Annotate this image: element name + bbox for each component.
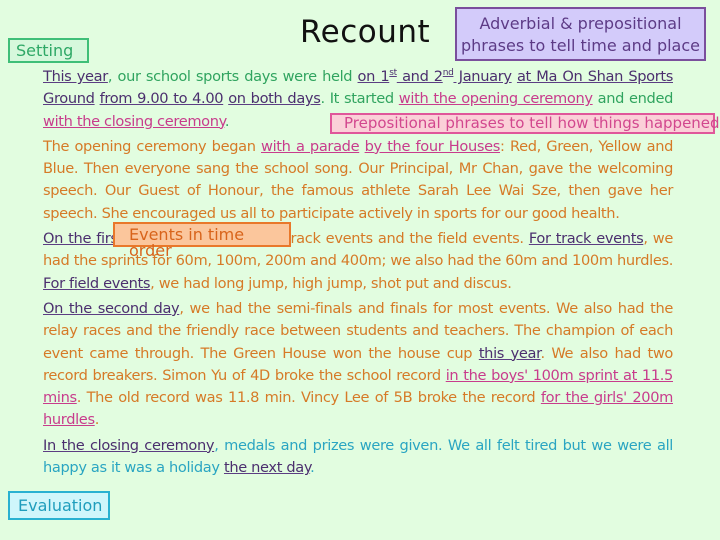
- how-phrase: with a parade: [261, 137, 360, 155]
- events-in-time-order-label: Events in time order: [113, 222, 291, 259]
- how-phrase: with the opening ceremony: [398, 90, 593, 108]
- text-segment: , our school sports days were held: [107, 68, 358, 85]
- time-place-phrase: on both days: [228, 90, 321, 108]
- time-place-phrase: In the closing ceremony: [43, 436, 215, 454]
- text-segment: .: [94, 411, 100, 429]
- adverbial-label-line-2: phrases to tell time and place: [461, 36, 700, 55]
- adverbial-phrases-label: Adverbial & prepositional phrases to tel…: [455, 7, 706, 61]
- how-phrase: by the four Houses: [364, 137, 501, 155]
- text-segment: .: [310, 459, 315, 477]
- time-place-phrase: on 1: [357, 68, 390, 85]
- time-place-phrase: On the second day: [43, 299, 180, 317]
- time-place-phrase: and 2: [396, 68, 443, 85]
- text-segment: .: [224, 112, 230, 130]
- time-place-phrase: the next day: [223, 459, 311, 477]
- text-segment: , we had long jump, high jump, shot put …: [150, 274, 512, 292]
- second-day-paragraph: On the second day, we had the semi-final…: [43, 298, 673, 432]
- setting-label: Setting: [8, 38, 89, 63]
- prepositional-how-label: Prepositional phrases to tell how things…: [330, 113, 720, 134]
- text-segment: . It started: [320, 90, 399, 108]
- closing-paragraph: In the closing ceremony, medals and priz…: [43, 435, 673, 480]
- slide-title: Recount: [300, 14, 431, 50]
- evaluation-label: Evaluation: [8, 491, 110, 520]
- how-phrase: with the closing ceremony: [43, 112, 225, 130]
- adverbial-label-line-1: Adverbial & prepositional: [479, 14, 682, 33]
- text-segment: The opening ceremony began: [43, 137, 261, 155]
- time-place-phrase: This year: [43, 68, 108, 85]
- time-place-phrase: nd: [442, 68, 454, 79]
- time-place-phrase: this year: [478, 344, 541, 362]
- text-segment: . The old record was 11.8 min. Vincy Lee…: [76, 389, 541, 407]
- time-place-phrase: from 9.00 to 4.00: [99, 90, 224, 108]
- time-place-phrase: st: [389, 68, 397, 79]
- opening-ceremony-paragraph: The opening ceremony began with a parade…: [43, 136, 673, 225]
- text-segment: and ended: [592, 90, 674, 108]
- time-place-phrase: For track events: [528, 230, 644, 248]
- time-place-phrase: For field events: [43, 274, 151, 292]
- time-place-phrase: January: [453, 68, 512, 85]
